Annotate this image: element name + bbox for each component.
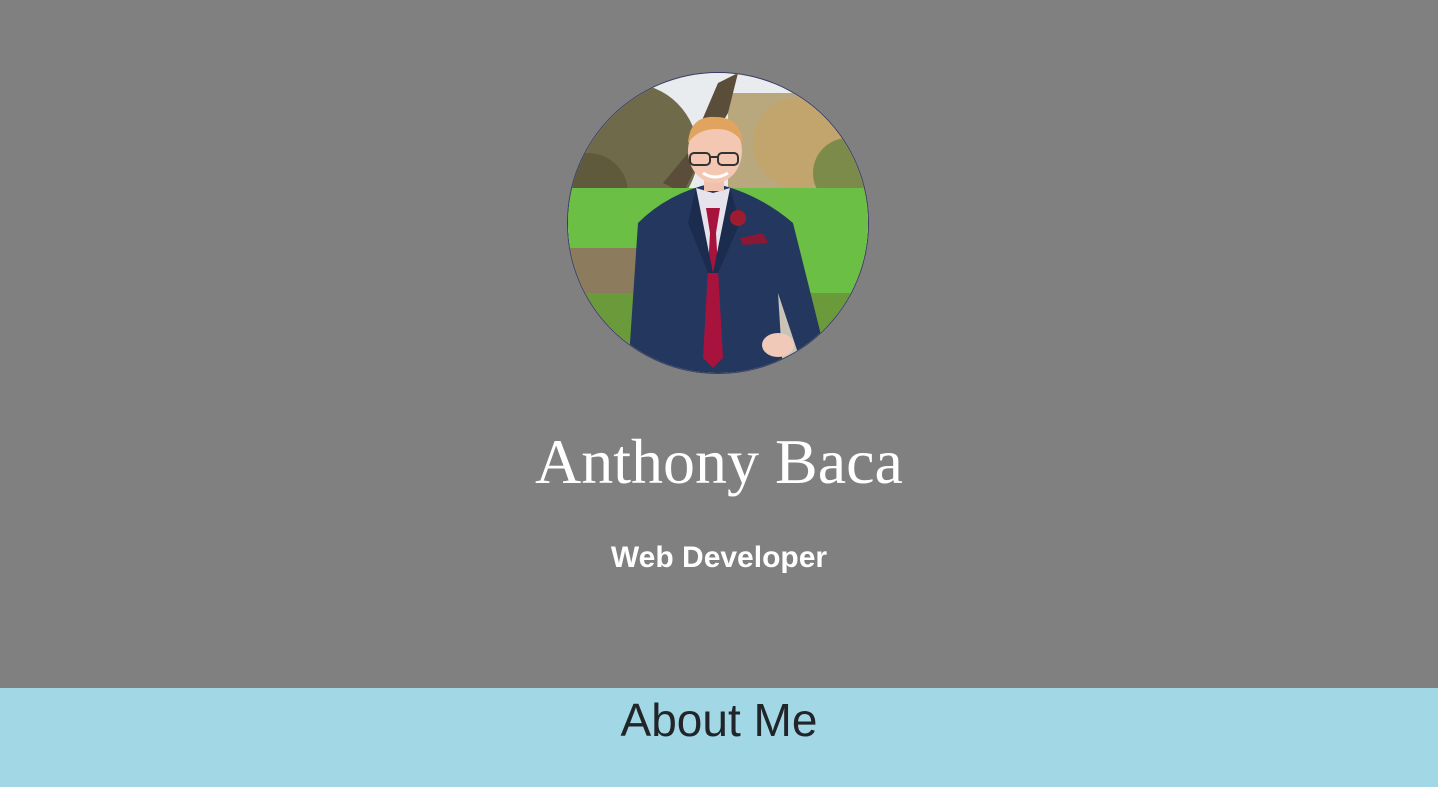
about-heading: About Me <box>620 694 818 746</box>
profile-photo-image <box>568 73 868 373</box>
profile-photo <box>568 73 868 373</box>
profile-name: Anthony Baca <box>535 426 903 497</box>
profile-role: Web Developer <box>610 541 828 574</box>
hero-section: Anthony Baca Web Developer <box>0 0 1438 688</box>
about-section: About Me <box>0 688 1438 787</box>
